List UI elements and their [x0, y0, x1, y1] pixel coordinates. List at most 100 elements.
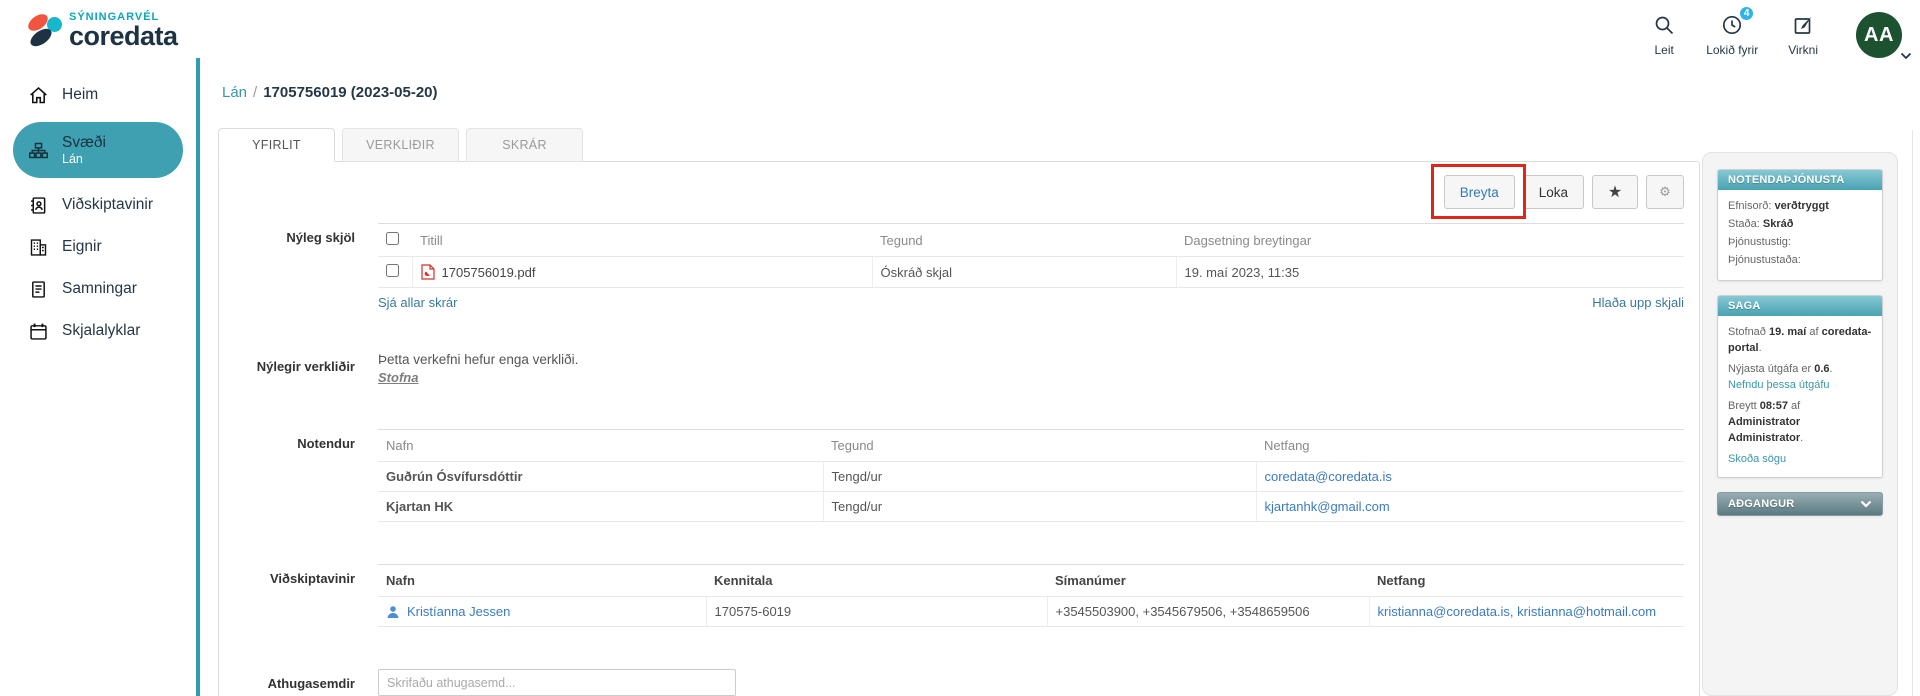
avatar[interactable]: AA — [1856, 12, 1902, 58]
history-panel: SAGA Stofnað 19. maí af coredata-portal.… — [1717, 295, 1883, 478]
favorite-star-button[interactable]: ★ — [1592, 175, 1638, 209]
logo-name: coredata — [69, 23, 178, 50]
table-header-row: Nafn Tegund Netfang — [378, 430, 1684, 462]
column-header-type: Tegund — [823, 430, 1256, 462]
sidebar-item-svaedi[interactable]: Svæði Lán — [13, 122, 183, 178]
search-action[interactable]: Leit — [1652, 12, 1676, 57]
service-panel: NOTENDAÞJÓNUSTA Efnisorð: verðtryggt Sta… — [1717, 169, 1883, 281]
chevron-down-icon — [1900, 52, 1912, 60]
main-content: Lán / 1705756019 (2023-05-20) YFIRLIT VERK… — [200, 60, 1700, 696]
sidebar: Heim Svæði Lán — [0, 60, 197, 696]
name-version-link[interactable]: Nefndu þessa útgáfu — [1728, 377, 1830, 393]
create-task-link[interactable]: Stofna — [378, 370, 418, 385]
user-name: Guðrún Ósvífursdóttir — [378, 462, 823, 492]
column-header-email: Netfang — [1369, 565, 1684, 597]
history-modified-line: Breytt 08:57 af Administrator Administra… — [1728, 398, 1872, 446]
users-label: Notendur — [235, 429, 355, 522]
breadcrumb-root-link[interactable]: Lán — [222, 84, 247, 101]
activity-icon — [1791, 12, 1815, 38]
overview-panel: Breyta Loka ★ ⚙ Nýleg skjöl — [218, 161, 1700, 696]
activity-label: Virkni — [1788, 43, 1818, 57]
history-created-line: Stofnað 19. maí af coredata-portal. — [1728, 324, 1872, 356]
table-header-row: Titill Tegund Dagsetning breytingar — [378, 224, 1684, 257]
sidebar-item-eignir[interactable]: Eignir — [0, 226, 197, 268]
sitemap-icon — [28, 139, 50, 161]
recent-documents-table: Titill Tegund Dagsetning breytingar — [378, 223, 1684, 288]
see-all-files-link[interactable]: Sjá allar skrár — [378, 295, 457, 310]
comment-input[interactable] — [378, 669, 736, 696]
table-row: Kristíanna Jessen 170575-6019 +354550390… — [378, 597, 1684, 627]
sidebar-item-skjalalyklar[interactable]: Skjalalyklar — [0, 310, 197, 352]
building-icon — [28, 236, 50, 258]
close-button[interactable]: Loka — [1523, 175, 1584, 209]
user-email-link[interactable]: coredata@coredata.is — [1265, 469, 1392, 484]
client-phone: +3545503900, +3545679506, +3548659506 — [1047, 597, 1369, 627]
user-type: Tengd/ur — [823, 462, 1256, 492]
row-checkbox[interactable] — [386, 264, 399, 277]
chevron-down-icon — [1860, 500, 1872, 508]
client-name-link[interactable]: Kristíanna Jessen — [407, 604, 510, 619]
tab-skrar[interactable]: SKRÁR — [466, 128, 583, 162]
column-header-phone: Símanúmer — [1047, 565, 1369, 597]
settings-gear-button[interactable]: ⚙ — [1646, 175, 1684, 209]
column-header-name: Nafn — [378, 430, 823, 462]
user-menu[interactable]: AA — [1856, 12, 1902, 58]
edit-button[interactable]: Breyta — [1444, 175, 1515, 209]
sidebar-item-heim[interactable]: Heim — [0, 74, 197, 116]
contract-icon — [28, 278, 50, 300]
document-type: Óskráð skjal — [872, 257, 1176, 288]
recent-tasks-label: Nýlegir verkliðir — [235, 352, 355, 387]
service-field: Þjónustustaða: — [1728, 252, 1872, 268]
topbar-actions: Leit 4 Lokið fyrir Virkni — [1652, 12, 1902, 58]
history-panel-title: SAGA — [1718, 296, 1882, 316]
breadcrumb-separator: / — [253, 84, 257, 101]
recent-tasks-section: Nýlegir verkliðir Þetta verkefni hefur e… — [235, 352, 1684, 387]
column-header-modified: Dagsetning breytingar — [1176, 224, 1684, 257]
comments-label: Athugasemdir — [235, 669, 355, 696]
table-header-row: Nafn Kennitala Símanúmer Netfang — [378, 565, 1684, 597]
logo-text: SÝNINGARVÉL coredata — [69, 12, 178, 50]
table-row: 1705756019.pdf Óskráð skjal 19. maí 2023… — [378, 257, 1684, 288]
recent-documents-label: Nýleg skjöl — [235, 223, 355, 310]
app: SÝNINGARVÉL coredata Leit 4 — [0, 0, 1920, 696]
contacts-icon — [28, 194, 50, 216]
comments-section: Athugasemdir — [235, 669, 1684, 696]
user-name: Kjartan HK — [378, 492, 823, 522]
upload-document-link[interactable]: Hlaða upp skjali — [1592, 295, 1684, 310]
sidebar-item-samningar[interactable]: Samningar — [0, 268, 197, 310]
access-panel-toggle[interactable]: AÐGANGUR — [1717, 492, 1883, 516]
clients-table: Nafn Kennitala Símanúmer Netfang — [378, 564, 1684, 627]
table-row: Guðrún Ósvífursdóttir Tengd/ur coredata@… — [378, 462, 1684, 492]
column-header-name: Nafn — [378, 565, 706, 597]
sidebar-item-label: Heim — [62, 86, 98, 104]
person-icon — [386, 605, 400, 619]
tab-bar: YFIRLIT VERKLIÐIR SKRÁR — [218, 128, 590, 162]
client-email-link[interactable]: kristianna@coredata.is, kristianna@hotma… — [1378, 604, 1657, 619]
activity-action[interactable]: Virkni — [1788, 12, 1818, 57]
column-header-type: Tegund — [872, 224, 1176, 257]
tab-verklidir[interactable]: VERKLIÐIR — [342, 128, 459, 162]
clients-label: Viðskiptavinir — [235, 564, 355, 627]
document-link[interactable]: 1705756019.pdf — [442, 265, 536, 280]
service-field: Staða: Skráð — [1728, 216, 1872, 232]
panel-toolbar: Breyta Loka ★ ⚙ — [219, 162, 1699, 223]
scrollbar-track-line — [1912, 130, 1913, 696]
sidebar-item-label: Svæði — [62, 133, 106, 152]
client-ssn: 170575-6019 — [706, 597, 1047, 627]
table-row: Kjartan HK Tengd/ur kjartanhk@gmail.com — [378, 492, 1684, 522]
history-version-line: Nýjasta útgáfa er 0.6. — [1728, 361, 1872, 377]
coredata-logo-icon — [25, 10, 67, 52]
annotation-highlight: Breyta — [1444, 175, 1515, 209]
breadcrumb: Lán / 1705756019 (2023-05-20) — [222, 84, 438, 101]
completed-action[interactable]: 4 Lokið fyrir — [1706, 12, 1758, 57]
sidebar-item-vidskiptavinir[interactable]: Viðskiptavinir — [0, 184, 197, 226]
user-email-link[interactable]: kjartanhk@gmail.com — [1265, 499, 1390, 514]
document-modified: 19. maí 2023, 11:35 — [1176, 257, 1684, 288]
tab-yfirlit[interactable]: YFIRLIT — [218, 128, 335, 162]
sidebar-item-sublabel: Lán — [62, 152, 106, 168]
view-history-link[interactable]: Skoða sögu — [1728, 451, 1786, 467]
breadcrumb-current: 1705756019 (2023-05-20) — [263, 84, 437, 101]
select-all-checkbox[interactable] — [386, 232, 399, 245]
user-type: Tengd/ur — [823, 492, 1256, 522]
coredata-logo[interactable]: SÝNINGARVÉL coredata — [25, 10, 178, 52]
